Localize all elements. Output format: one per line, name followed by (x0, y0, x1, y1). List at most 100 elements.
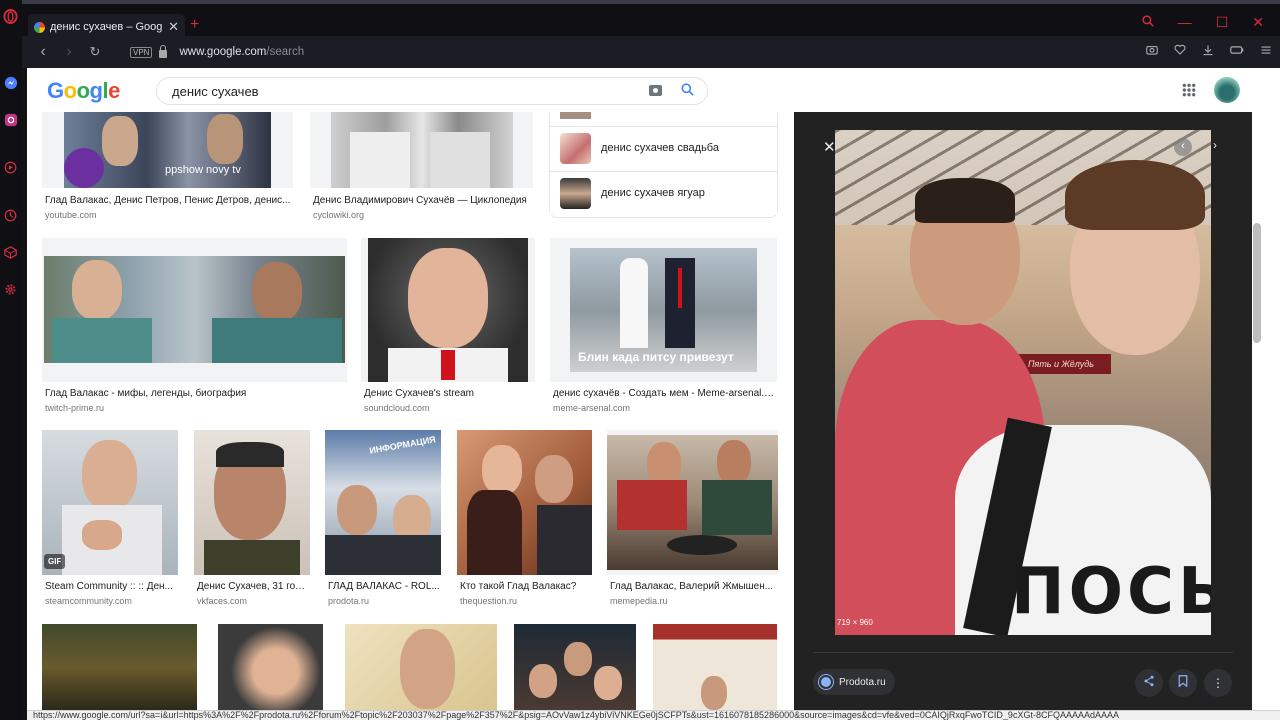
next-image-button[interactable]: › (1213, 138, 1217, 152)
google-doodle-logo[interactable]: Google (47, 78, 120, 104)
result-caption[interactable]: Глад Валакас, Валерий Жмышен... (610, 581, 778, 592)
result-thumbnail[interactable] (42, 238, 347, 382)
related-search-item[interactable]: денис сухачев свадьба (550, 126, 777, 170)
camera-icon[interactable] (649, 85, 662, 96)
result-thumbnail[interactable] (361, 238, 535, 382)
result-thumbnail[interactable] (345, 624, 497, 710)
opera-logo-icon[interactable] (2, 8, 19, 25)
result-thumbnail[interactable] (194, 430, 310, 575)
new-tab-button[interactable]: + (190, 16, 199, 34)
result-source[interactable]: meme-arsenal.com (553, 403, 630, 413)
result-thumbnail[interactable] (42, 624, 197, 710)
back-button[interactable]: ‹ (30, 43, 56, 61)
image-result[interactable]: GIF Steam Community :: :: Ден... steamco… (42, 430, 179, 610)
settings-icon[interactable] (2, 281, 19, 298)
result-caption[interactable]: Глад Валакас - мифы, легенды, биография (45, 388, 345, 399)
download-icon[interactable] (1202, 44, 1214, 59)
globe-icon (819, 675, 833, 689)
maximize-button[interactable]: ☐ (1216, 14, 1229, 31)
minimize-button[interactable]: — (1178, 14, 1192, 31)
close-window-button[interactable]: ✕ (1252, 14, 1264, 31)
history-icon[interactable] (2, 207, 19, 224)
previous-image-button[interactable]: ‹ (1174, 138, 1192, 156)
result-caption[interactable]: Steam Community :: :: Ден... (45, 581, 178, 592)
status-bar-link: https://www.google.com/url?sa=i&url=http… (27, 710, 1280, 720)
image-result[interactable]: ИНФОРМАЦИЯ ГЛАД ВАЛАКАС - ROL... prodota… (325, 430, 442, 610)
scrollbar[interactable] (1253, 223, 1261, 343)
image-result[interactable] (514, 624, 637, 710)
image-result[interactable]: Денис Сухачев, 31 год... vkfaces.com (194, 430, 311, 610)
image-result[interactable] (42, 624, 198, 710)
box-icon[interactable] (2, 244, 19, 261)
url-host: www.google.com (179, 46, 267, 58)
sign-text: ИНФОРМАЦИЯ (368, 434, 437, 456)
save-bookmark-button[interactable] (1169, 669, 1197, 697)
result-thumbnail[interactable]: ИНФОРМАЦИЯ (325, 430, 441, 575)
image-result[interactable]: ppshow novy tv Глад Валакас, Денис Петро… (42, 112, 293, 224)
related-search-item[interactable]: денис сухачев ягуар (550, 171, 777, 215)
more-options-button[interactable]: ⋮ (1204, 669, 1232, 697)
snapshot-icon[interactable] (1146, 44, 1158, 59)
result-source[interactable]: thequestion.ru (460, 596, 517, 606)
avatar[interactable] (1214, 77, 1240, 103)
result-caption[interactable]: Денис Владимирович Сухачёв — Циклопедия (313, 195, 535, 206)
battery-icon[interactable] (1230, 44, 1244, 59)
related-thumb (560, 178, 591, 209)
forward-button[interactable]: › (56, 43, 82, 61)
image-result[interactable] (218, 624, 324, 710)
result-thumbnail[interactable]: GIF (42, 430, 178, 575)
result-thumbnail[interactable] (607, 430, 778, 575)
source-link-chip[interactable]: Prodota.ru (813, 669, 895, 695)
image-result[interactable]: Глад Валакас, Валерий Жмышен... memepedi… (607, 430, 778, 610)
reload-button[interactable]: ↻ (82, 44, 108, 60)
gif-badge: GIF (44, 554, 66, 569)
google-images-page: Google ppshow novy tv Глад Валакас, Дени… (27, 68, 1280, 710)
tab-close-icon[interactable]: ✕ (168, 19, 179, 35)
search-tabs-icon[interactable] (1142, 14, 1154, 31)
image-result[interactable]: Блин када питсу привезут денис сухачёв -… (550, 238, 777, 413)
image-result[interactable]: Глад Валакас - мифы, легенды, биография … (42, 238, 347, 413)
url-field[interactable]: www.google.com/search (179, 46, 304, 58)
result-caption[interactable]: Кто такой Глад Валакас? (460, 581, 592, 592)
result-source[interactable]: prodota.ru (328, 596, 369, 606)
result-thumbnail[interactable] (218, 624, 323, 710)
search-input[interactable] (172, 84, 622, 99)
result-thumbnail[interactable] (310, 112, 533, 188)
menu-icon[interactable] (1260, 44, 1272, 59)
result-caption[interactable]: денис сухачёв - Создать мем - Meme-arsen… (553, 388, 777, 399)
close-preview-button[interactable]: ✕ (823, 138, 836, 156)
result-source[interactable]: cyclowiki.org (313, 210, 364, 220)
result-caption[interactable]: Денис Сухачев, 31 год... (197, 581, 309, 592)
image-result[interactable] (653, 624, 778, 710)
tab-title: денис сухачев – Google П (50, 21, 163, 33)
heart-icon[interactable] (1174, 44, 1186, 59)
player-icon[interactable] (2, 159, 19, 176)
result-thumbnail[interactable]: Блин када питсу привезут (550, 238, 777, 382)
image-result[interactable]: Денис Сухачев's stream soundcloud.com (361, 238, 535, 413)
image-result[interactable] (345, 624, 498, 710)
result-thumbnail[interactable] (457, 430, 592, 575)
result-source[interactable]: memepedia.ru (610, 596, 668, 606)
result-caption[interactable]: ГЛАД ВАЛАКАС - ROL... (328, 581, 440, 592)
result-caption[interactable]: Денис Сухачев's stream (364, 388, 534, 399)
preview-image[interactable]: Пять и Жёлудь ПОСЫ (835, 130, 1211, 635)
vpn-badge[interactable]: VPN (130, 46, 153, 58)
related-label: денис сухачев свадьба (601, 142, 719, 154)
image-result[interactable]: Денис Владимирович Сухачёв — Циклопедия … (310, 112, 533, 224)
result-source[interactable]: soundcloud.com (364, 403, 430, 413)
result-source[interactable]: twitch-prime.ru (45, 403, 104, 413)
result-source[interactable]: youtube.com (45, 210, 97, 220)
result-thumbnail[interactable] (514, 624, 636, 710)
result-thumbnail[interactable] (653, 624, 777, 710)
messenger-icon[interactable] (2, 74, 19, 91)
result-source[interactable]: steamcommunity.com (45, 596, 132, 606)
share-button[interactable] (1135, 669, 1163, 697)
lock-icon[interactable] (159, 45, 168, 58)
result-thumbnail[interactable]: ppshow novy tv (42, 112, 293, 188)
image-result[interactable]: Кто такой Глад Валакас? thequestion.ru (457, 430, 593, 610)
apps-grid-icon[interactable] (1182, 83, 1196, 97)
search-icon[interactable] (681, 83, 694, 99)
result-source[interactable]: vkfaces.com (197, 596, 247, 606)
result-caption[interactable]: Глад Валакас, Денис Петров, Пенис Детров… (45, 195, 293, 206)
instagram-icon[interactable] (2, 111, 19, 128)
